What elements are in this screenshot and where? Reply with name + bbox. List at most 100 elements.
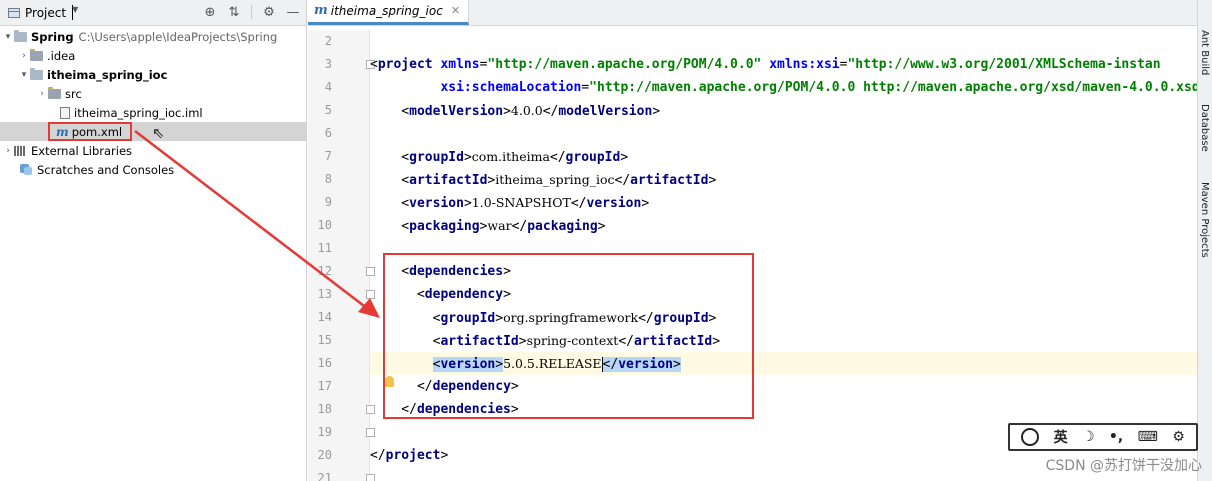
xml-attr-value: "http://maven.apache.org/POM/4.0.0 http:… — [589, 80, 1197, 95]
project-panel-title: Project — [25, 5, 67, 20]
tree-item-pom[interactable]: m pom.xml ⇖ — [0, 122, 306, 142]
database-tab[interactable]: Database — [1199, 104, 1210, 152]
expand-arrow-icon[interactable]: ▾ — [18, 70, 30, 80]
locate-file-icon[interactable]: ⊕ — [203, 5, 217, 20]
maven-projects-tab[interactable]: Maven Projects — [1199, 182, 1210, 258]
tab-pom-xml[interactable]: m itheima_spring_ioc ✕ — [308, 0, 470, 25]
punctuation-icon[interactable]: •, — [1109, 429, 1123, 445]
line-number: 18 — [317, 402, 332, 416]
xml-attr: xsi:schemaLocation — [440, 80, 582, 95]
red-highlight-box — [48, 122, 132, 141]
xml-text: war — [487, 218, 512, 233]
tree-item-spring[interactable]: ▾ Spring C:\Users\apple\IdeaProjects\Spr… — [0, 27, 306, 46]
line-number: 20 — [317, 448, 332, 462]
tree-item-label: src — [65, 86, 82, 101]
xml-tag: packaging — [409, 219, 480, 234]
code-line: xsi:schemaLocation="http://maven.apache.… — [370, 76, 1197, 99]
tree-item-label: Scratches and Consoles — [37, 162, 175, 177]
line-number: 3 — [324, 57, 332, 71]
xml-attr: xmlns — [440, 57, 480, 72]
line-number-gutter: 2 3 4 5 6 7 8 9 10 11 12 13 14 15 16 17 … — [308, 30, 375, 481]
line-number: 9 — [324, 195, 332, 209]
line-number: 10 — [317, 218, 332, 232]
xml-text: 1.0-SNAPSHOT — [471, 195, 571, 210]
editor-tab-bar: m itheima_spring_ioc ✕ — [308, 0, 1197, 26]
xml-text: com.itheima — [471, 149, 550, 164]
line-number: 15 — [317, 333, 332, 347]
line-number: 4 — [324, 80, 332, 94]
expand-arrow-icon[interactable]: ▾ — [2, 32, 14, 42]
folder-icon — [30, 48, 43, 61]
collapse-arrow-icon[interactable]: › — [2, 146, 14, 156]
code-line: <groupId>com.itheima</groupId> — [370, 149, 629, 165]
xml-tag: packaging — [527, 219, 598, 234]
line-number: 5 — [324, 103, 332, 117]
line-number: 19 — [317, 425, 332, 439]
mouse-pointer-icon: ⇖ — [152, 124, 165, 142]
tree-item-label: External Libraries — [31, 143, 133, 158]
xml-text: 4.0.0 — [510, 103, 543, 118]
libraries-icon — [14, 145, 27, 156]
toolbar-separator — [251, 5, 252, 19]
line-number: 14 — [317, 310, 332, 324]
xml-tag: modelVersion — [409, 104, 504, 119]
line-number: 21 — [317, 471, 332, 481]
scratches-icon — [20, 164, 33, 175]
xml-tag: artifactId — [409, 173, 488, 188]
folder-icon — [48, 86, 61, 99]
tree-item-iml[interactable]: itheima_spring_ioc.iml — [0, 103, 306, 122]
moon-icon[interactable]: ☽ — [1082, 429, 1095, 445]
module-folder-icon — [30, 67, 43, 80]
collapse-all-icon[interactable]: ⇅ — [227, 5, 241, 20]
ime-language-toggle[interactable]: 英 — [1054, 427, 1068, 447]
tree-item-module[interactable]: ▾ itheima_spring_ioc — [0, 65, 306, 84]
red-highlight-box — [383, 253, 754, 419]
xml-text: itheima_spring_ioc — [495, 172, 615, 187]
line-number: 2 — [324, 34, 332, 48]
project-icon — [8, 7, 20, 18]
tree-item-label: itheima_spring_ioc — [47, 67, 168, 82]
gear-icon[interactable]: ⚙ — [1172, 429, 1185, 445]
xml-tag: version — [586, 196, 642, 211]
project-tool-window: Project ▼ ⊕ ⇅ ⚙ — ▾ Spring C:\Users\appl… — [0, 0, 307, 481]
watermark-text: CSDN @苏打饼干没加心 — [1045, 458, 1202, 474]
right-tool-strip: Ant Build Database Maven Projects — [1197, 0, 1212, 481]
line-number: 12 — [317, 264, 332, 278]
xml-tag: artifactId — [630, 173, 709, 188]
collapse-arrow-icon[interactable]: › — [18, 51, 30, 61]
maven-file-icon: m — [314, 3, 328, 18]
xml-attr-value: "http://maven.apache.org/POM/4.0.0" — [487, 57, 762, 72]
code-line: <packaging>war</packaging> — [370, 218, 606, 234]
ant-build-tab[interactable]: Ant Build — [1199, 30, 1210, 75]
iml-file-icon — [60, 106, 70, 119]
code-line: <modelVersion>4.0.0</modelVersion> — [370, 103, 661, 119]
collapse-arrow-icon[interactable]: › — [36, 89, 48, 99]
code-line: <project xmlns="http://maven.apache.org/… — [370, 57, 1161, 72]
xml-attr-value: "http://www.w3.org/2001/XMLSchema-instan — [847, 57, 1161, 72]
line-number: 8 — [324, 172, 332, 186]
tree-item-idea[interactable]: › .idea — [0, 46, 306, 65]
chevron-down-icon[interactable]: ▼ — [72, 5, 78, 20]
xml-tag: project — [377, 57, 433, 72]
tree-item-path: C:\Users\apple\IdeaProjects\Spring — [78, 29, 278, 44]
xml-attr: xmlns:xsi — [769, 57, 840, 72]
project-folder-icon — [14, 29, 27, 42]
ime-logo-icon[interactable] — [1021, 428, 1040, 446]
keyboard-icon[interactable]: ⌨ — [1138, 429, 1158, 445]
xml-tag: groupId — [409, 150, 464, 165]
tree-item-src[interactable]: › src — [0, 84, 306, 103]
xml-tag: version — [409, 196, 464, 211]
line-number: 16 — [317, 356, 332, 370]
xml-tag: project — [385, 448, 441, 463]
close-icon[interactable]: ✕ — [451, 4, 460, 17]
xml-tag: groupId — [565, 150, 621, 165]
line-number: 13 — [317, 287, 332, 301]
tab-label: itheima_spring_ioc — [330, 3, 443, 18]
project-view-selector[interactable]: Project ▼ — [0, 5, 78, 20]
tree-item-external-libraries[interactable]: › External Libraries — [0, 141, 306, 160]
hide-panel-icon[interactable]: — — [286, 5, 300, 20]
tree-item-scratches[interactable]: Scratches and Consoles — [0, 160, 306, 179]
gear-icon[interactable]: ⚙ — [262, 5, 276, 20]
line-number: 17 — [317, 379, 332, 393]
project-panel-header: Project ▼ ⊕ ⇅ ⚙ — — [0, 0, 306, 26]
